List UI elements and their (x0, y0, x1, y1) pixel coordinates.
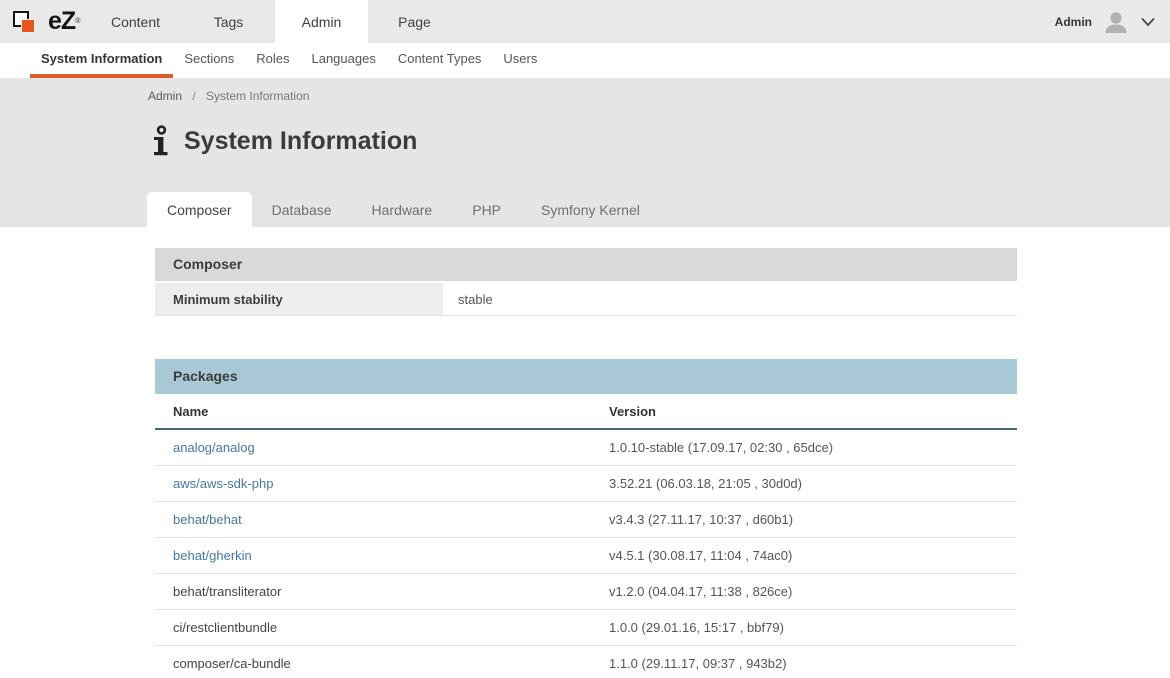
system-info-tabs: Composer Database Hardware PHP Symfony K… (147, 192, 660, 227)
breadcrumb-separator: / (192, 89, 195, 103)
table-row: composer/ca-bundle 1.1.0 (29.11.17, 09:3… (155, 646, 1017, 678)
subnav-item-languages[interactable]: Languages (300, 43, 386, 78)
user-avatar-icon[interactable] (1101, 7, 1131, 37)
column-header-name: Name (155, 404, 609, 419)
breadcrumb: Admin / System Information (148, 89, 309, 103)
admin-secondary-nav: System Information Sections Roles Langua… (0, 43, 1170, 78)
table-row: Minimum stability stable (155, 283, 1017, 316)
main-tab-page[interactable]: Page (368, 0, 461, 43)
minimum-stability-value: stable (443, 283, 1017, 315)
package-name-link[interactable]: analog/analog (155, 440, 609, 455)
subnav-item-system-information[interactable]: System Information (30, 43, 173, 78)
table-row: aws/aws-sdk-php 3.52.21 (06.03.18, 21:05… (155, 466, 1017, 502)
tab-composer[interactable]: Composer (147, 192, 252, 227)
main-menu: Content Tags Admin Page (89, 0, 461, 43)
package-name: behat/transliterator (155, 584, 609, 599)
chevron-down-icon[interactable] (1140, 16, 1156, 28)
table-row: behat/behat v3.4.3 (27.11.17, 10:37 , d6… (155, 502, 1017, 538)
column-header-version: Version (609, 404, 1017, 419)
ez-logo[interactable]: eZ® (0, 0, 89, 43)
breadcrumb-current: System Information (206, 89, 309, 103)
table-row: behat/gherkin v4.5.1 (30.08.17, 11:04 , … (155, 538, 1017, 574)
package-version: 1.1.0 (29.11.17, 09:37 , 943b2) (609, 656, 1017, 671)
package-version: 1.0.10-stable (17.09.17, 02:30 , 65dce) (609, 440, 1017, 455)
subnav-item-sections[interactable]: Sections (173, 43, 245, 78)
subnav-item-content-types[interactable]: Content Types (387, 43, 493, 78)
ez-logo-icon (13, 6, 43, 38)
subnav-item-users[interactable]: Users (492, 43, 548, 78)
table-row: behat/transliterator v1.2.0 (04.04.17, 1… (155, 574, 1017, 610)
user-menu[interactable]: Admin (1055, 0, 1170, 43)
page-title: System Information (184, 127, 417, 156)
top-navigation-bar: eZ® Content Tags Admin Page Admin (0, 0, 1170, 43)
composer-tab-panel: Composer Minimum stability stable Packag… (155, 248, 1017, 678)
tab-hardware[interactable]: Hardware (352, 192, 453, 227)
system-information-icon (150, 125, 171, 158)
tab-database[interactable]: Database (252, 192, 352, 227)
package-version: v4.5.1 (30.08.17, 11:04 , 74ac0) (609, 548, 1017, 563)
minimum-stability-label: Minimum stability (155, 283, 443, 315)
user-name-label[interactable]: Admin (1055, 15, 1092, 29)
package-name-link[interactable]: behat/behat (155, 512, 609, 527)
main-tab-tags[interactable]: Tags (182, 0, 275, 43)
package-name: composer/ca-bundle (155, 656, 609, 671)
tab-symfony-kernel[interactable]: Symfony Kernel (521, 192, 660, 227)
package-name-link[interactable]: behat/gherkin (155, 548, 609, 563)
package-version: 1.0.0 (29.01.16, 15:17 , bbf79) (609, 620, 1017, 635)
registered-mark: ® (75, 18, 80, 25)
packages-table-header: Name Version (155, 394, 1017, 430)
package-name: ci/restclientbundle (155, 620, 609, 635)
composer-section-header: Composer (155, 248, 1017, 281)
breadcrumb-admin[interactable]: Admin (148, 89, 182, 103)
table-row: analog/analog 1.0.10-stable (17.09.17, 0… (155, 430, 1017, 466)
package-version: v1.2.0 (04.04.17, 11:38 , 826ce) (609, 584, 1017, 599)
table-row: ci/restclientbundle 1.0.0 (29.01.16, 15:… (155, 610, 1017, 646)
package-version: 3.52.21 (06.03.18, 21:05 , 30d0d) (609, 476, 1017, 491)
main-tab-content[interactable]: Content (89, 0, 182, 43)
tab-php[interactable]: PHP (452, 192, 521, 227)
ez-logo-text: eZ (48, 7, 75, 36)
main-tab-admin[interactable]: Admin (275, 0, 368, 43)
package-version: v3.4.3 (27.11.17, 10:37 , d60b1) (609, 512, 1017, 527)
package-name-link[interactable]: aws/aws-sdk-php (155, 476, 609, 491)
packages-section-header: Packages (155, 359, 1017, 394)
page-header-area: Admin / System Information System Inform… (0, 78, 1170, 227)
subnav-item-roles[interactable]: Roles (245, 43, 300, 78)
